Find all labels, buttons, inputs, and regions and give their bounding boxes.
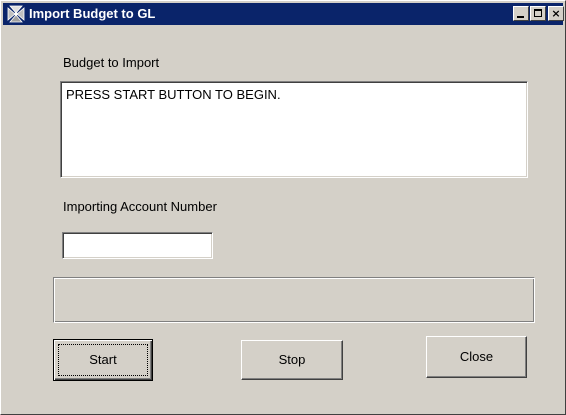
importing-account-number-label: Importing Account Number [63, 199, 217, 214]
close-icon: × [551, 7, 561, 20]
budget-status-text: PRESS START BUTTON TO BEGIN. [66, 87, 281, 102]
start-button-label: Start [89, 352, 117, 367]
minimize-icon [517, 16, 524, 18]
close-button-label: Close [459, 349, 494, 364]
minimize-button[interactable] [513, 6, 529, 21]
app-icon [7, 5, 25, 23]
start-button[interactable]: Start [53, 339, 153, 381]
stop-button-label: Stop [278, 352, 306, 367]
status-panel [53, 277, 535, 323]
close-button[interactable]: Close [426, 336, 527, 378]
title-bar[interactable]: Import Budget to GL × [3, 3, 564, 25]
account-number-field[interactable] [65, 235, 208, 254]
budget-to-import-label: Budget to Import [63, 55, 160, 70]
account-number-field-frame [62, 232, 213, 259]
maximize-icon [534, 9, 542, 17]
close-window-button[interactable]: × [548, 6, 564, 21]
window-title: Import Budget to GL [29, 6, 156, 21]
budget-to-import-textarea[interactable]: PRESS START BUTTON TO BEGIN. [60, 81, 528, 178]
import-budget-window: Import Budget to GL × Budget to Import P… [0, 0, 566, 415]
stop-button[interactable]: Stop [241, 340, 343, 380]
maximize-button[interactable] [530, 6, 546, 21]
